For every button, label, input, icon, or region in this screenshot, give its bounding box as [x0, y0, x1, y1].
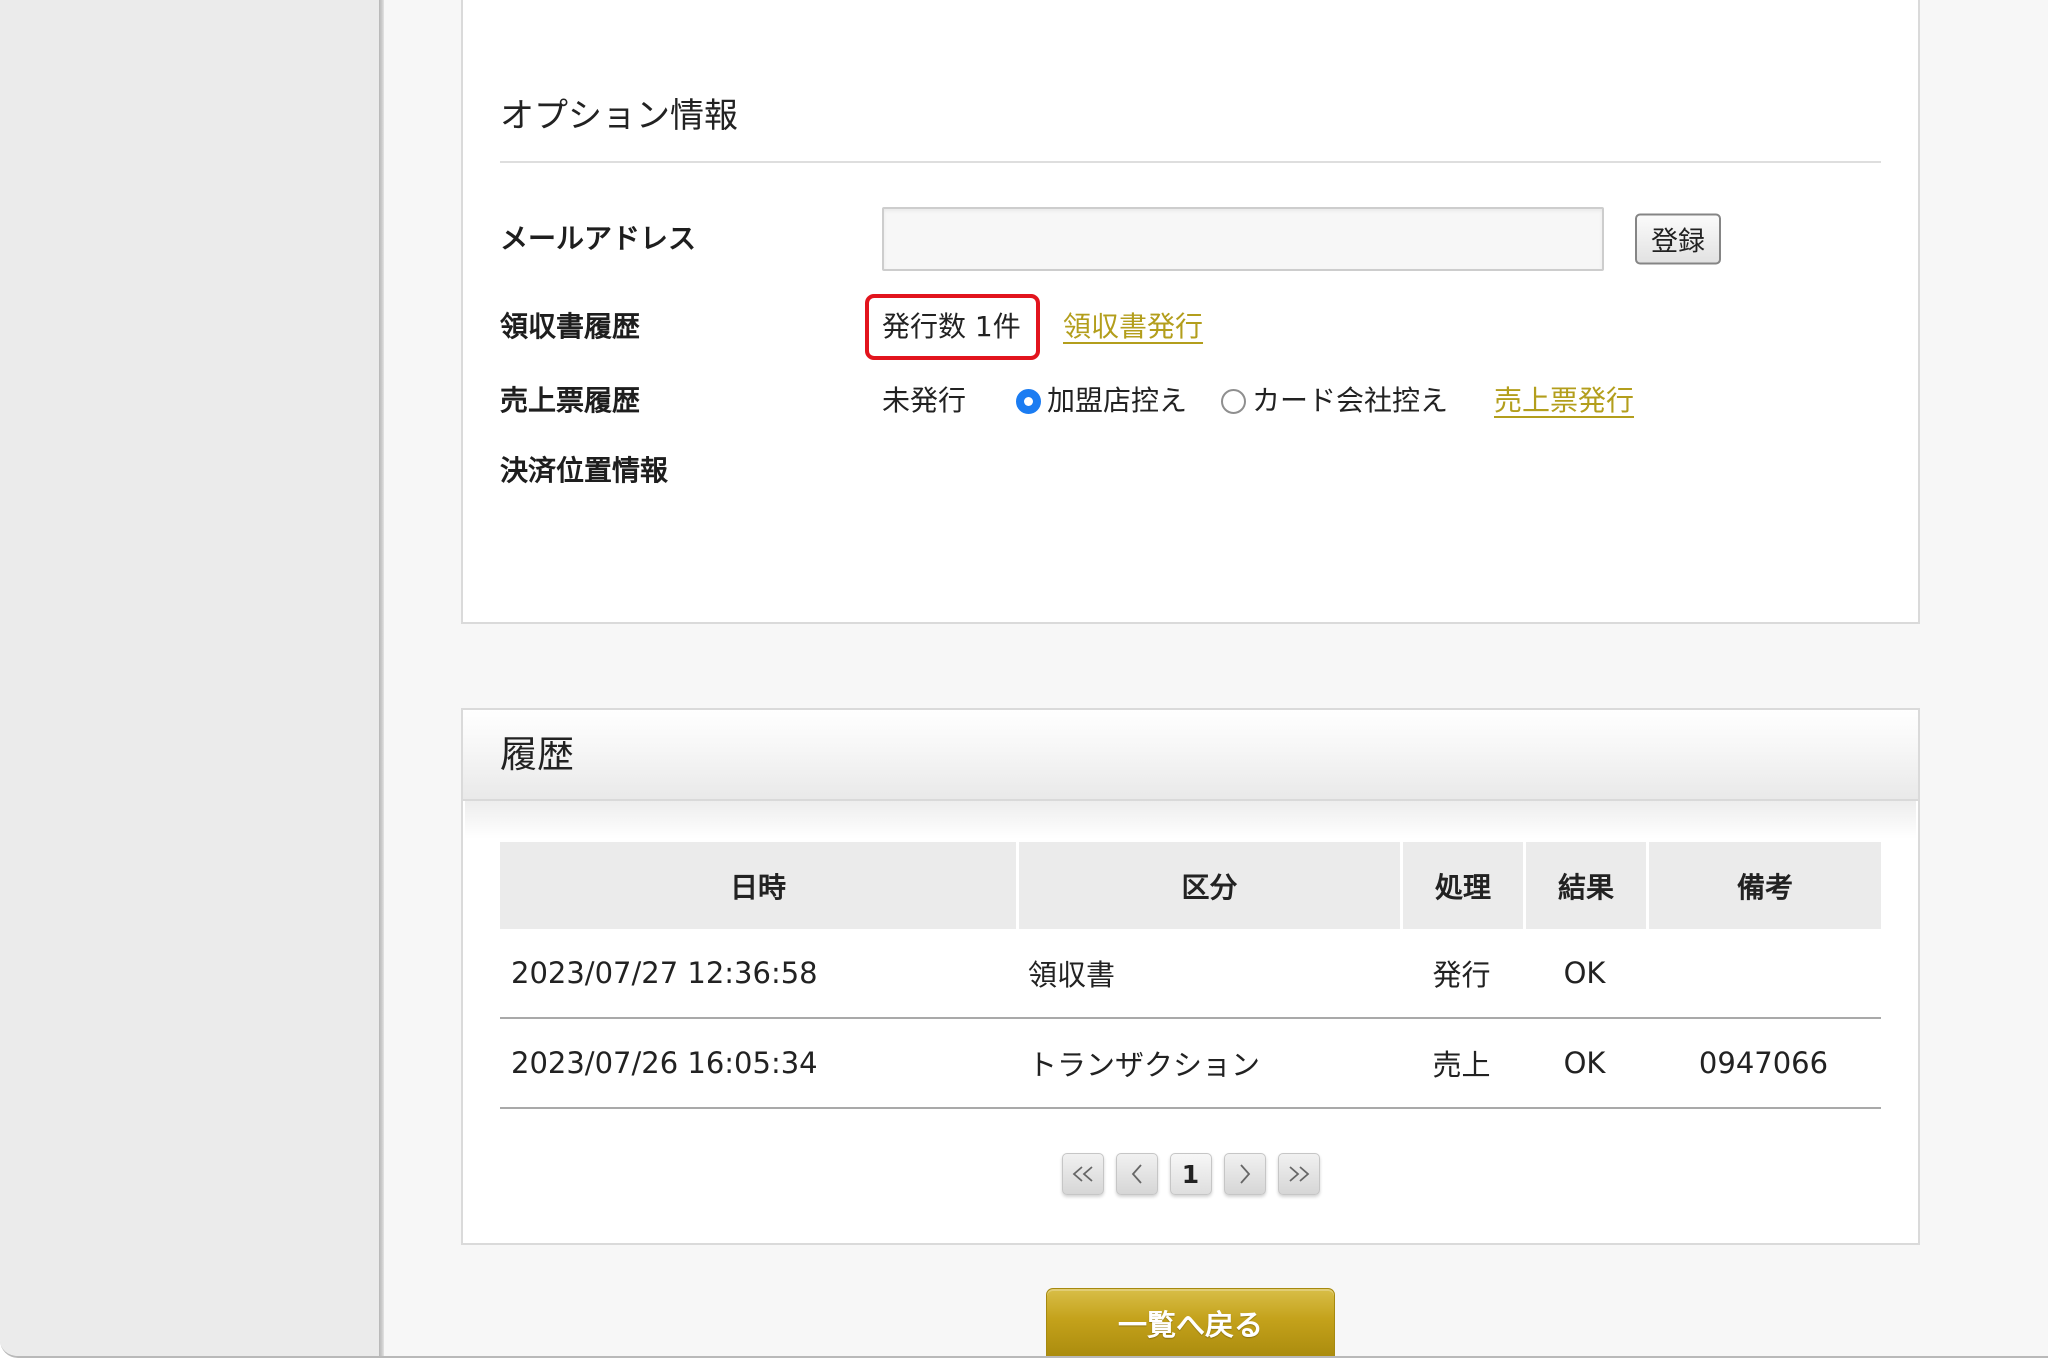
next-page-button[interactable]: [1223, 1153, 1266, 1195]
register-button[interactable]: 登録: [1635, 213, 1721, 265]
sales-slip-history-row: 売上票履歴 未発行 加盟店控え カード会社控え 売上票発行: [463, 381, 1918, 421]
cell-note: [1646, 929, 1881, 1017]
payment-location-label: 決済位置情報: [500, 454, 669, 487]
pagination: 1: [463, 1153, 1918, 1195]
issue-receipt-link[interactable]: 領収書発行: [1063, 307, 1203, 347]
cell-datetime: 2023/07/27 12:36:58: [511, 956, 818, 990]
column-header-process: 処理: [1400, 842, 1523, 929]
history-table: 日時 区分 処理 結果 備考 2023/07/27 12:36:58 領収書 発…: [500, 842, 1881, 1109]
history-header: 履歴: [463, 710, 1918, 801]
first-page-button[interactable]: [1061, 1153, 1104, 1195]
issue-sales-slip-link[interactable]: 売上票発行: [1494, 381, 1634, 421]
receipt-history-label: 領収書履歴: [500, 310, 641, 343]
sales-slip-status: 未発行: [882, 384, 967, 417]
column-header-datetime: 日時: [500, 842, 1016, 929]
column-header-note: 備考: [1646, 842, 1881, 929]
double-chevron-right-icon: [1288, 1166, 1309, 1182]
app-window: オプション情報 メールアドレス 登録 領収書履歴 発行数 1件 領収書発行 売上…: [0, 0, 2048, 1358]
cell-process: 売上: [1432, 1048, 1491, 1082]
option-info-panel: オプション情報 メールアドレス 登録 領収書履歴 発行数 1件 領収書発行 売上…: [461, 0, 1920, 624]
radio-label: 加盟店控え: [1047, 384, 1188, 417]
cell-category: 領収書: [1028, 958, 1116, 992]
history-panel: 履歴 日時 区分 処理 結果 備考 2023/07/27 12:36:58 領収…: [461, 708, 1920, 1245]
table-row: 2023/07/27 12:36:58 領収書 発行 OK: [500, 929, 1881, 1019]
history-title: 履歴: [500, 732, 574, 776]
option-info-title: オプション情報: [500, 96, 738, 136]
cell-category: トランザクション: [1028, 1048, 1261, 1082]
header-shadow: [465, 801, 1916, 839]
chevron-left-icon: [1131, 1164, 1142, 1184]
cell-datetime: 2023/07/26 16:05:34: [511, 1046, 818, 1080]
sidebar-divider: [379, 0, 384, 1356]
radio-button[interactable]: [1221, 388, 1246, 414]
issued-count: 発行数 1件: [882, 310, 1021, 343]
email-row: メールアドレス 登録: [463, 207, 1918, 271]
payment-location-row: 決済位置情報: [463, 451, 1918, 491]
issued-count-highlight: 発行数 1件: [865, 294, 1040, 360]
chevron-right-icon: [1239, 1164, 1250, 1184]
cell-process: 発行: [1432, 958, 1491, 992]
current-page-number: 1: [1181, 1159, 1200, 1189]
radio-card-company-copy[interactable]: カード会社控え: [1221, 381, 1448, 421]
section-divider: [500, 161, 1881, 163]
double-chevron-left-icon: [1072, 1166, 1093, 1182]
column-header-category: 区分: [1016, 842, 1400, 929]
receipt-history-row: 領収書履歴 発行数 1件 領収書発行: [463, 294, 1918, 360]
table-row: 2023/07/26 16:05:34 トランザクション 売上 OK 09470…: [500, 1019, 1881, 1109]
cell-result: OK: [1563, 956, 1606, 990]
sales-slip-history-label: 売上票履歴: [500, 384, 641, 417]
prev-page-button[interactable]: [1115, 1153, 1158, 1195]
radio-merchant-copy[interactable]: 加盟店控え: [1016, 381, 1187, 421]
page-button-current[interactable]: 1: [1169, 1153, 1212, 1195]
last-page-button[interactable]: [1277, 1153, 1320, 1195]
radio-label: カード会社控え: [1252, 384, 1449, 417]
cell-note: 0947066: [1698, 1046, 1829, 1080]
cell-result: OK: [1563, 1046, 1606, 1080]
email-input[interactable]: [882, 207, 1604, 271]
email-label: メールアドレス: [500, 222, 697, 255]
table-header-row: 日時 区分 処理 結果 備考: [500, 842, 1881, 929]
sidebar: [0, 0, 379, 1356]
back-to-list-button[interactable]: 一覧へ戻る: [1046, 1288, 1335, 1356]
radio-button[interactable]: [1016, 388, 1041, 414]
column-header-result: 結果: [1523, 842, 1646, 929]
